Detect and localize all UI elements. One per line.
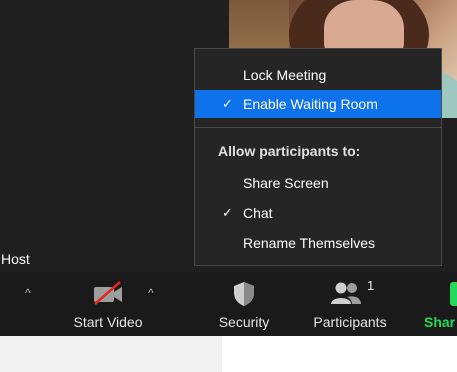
video-options-caret[interactable]: ^ bbox=[148, 286, 154, 300]
share-label: Shar bbox=[424, 314, 456, 330]
participants-label: Participants bbox=[313, 314, 387, 330]
start-video-label: Start Video bbox=[73, 314, 143, 330]
checkmark-icon: ✓ bbox=[222, 96, 233, 111]
participants-icon bbox=[331, 282, 361, 304]
menu-item-label: Chat bbox=[243, 205, 273, 221]
mute-options-caret[interactable]: ^ bbox=[25, 286, 31, 300]
mute-label: te bbox=[0, 314, 20, 330]
meeting-toolbar: te ^ Start Video ^ Security 1 Participan… bbox=[0, 272, 457, 336]
share-screen-button[interactable]: Shar bbox=[420, 272, 457, 336]
participants-count: 1 bbox=[367, 278, 375, 293]
host-name-label: Host bbox=[0, 249, 34, 269]
security-label: Security bbox=[218, 314, 270, 330]
video-camera-off-icon bbox=[94, 281, 122, 305]
menu-item-chat[interactable]: ✓ Chat bbox=[195, 199, 441, 227]
participants-button[interactable]: 1 Participants bbox=[304, 272, 396, 336]
menu-item-label: Lock Meeting bbox=[243, 67, 327, 83]
menu-section-heading: Allow participants to: bbox=[218, 143, 361, 159]
shield-icon bbox=[234, 282, 254, 306]
start-video-button[interactable]: Start Video bbox=[64, 272, 152, 336]
menu-item-enable-waiting-room[interactable]: ✓ Enable Waiting Room bbox=[195, 90, 441, 118]
menu-item-rename-themselves[interactable]: Rename Themselves bbox=[195, 229, 441, 257]
security-button[interactable]: Security bbox=[208, 272, 280, 336]
menu-item-label: Rename Themselves bbox=[243, 235, 376, 251]
menu-divider bbox=[195, 127, 441, 128]
security-menu: Lock Meeting ✓ Enable Waiting Room Allow… bbox=[194, 48, 442, 266]
checkmark-icon: ✓ bbox=[222, 205, 233, 220]
menu-item-label: Share Screen bbox=[243, 175, 329, 191]
mute-button[interactable]: te bbox=[0, 272, 20, 336]
share-screen-icon bbox=[450, 282, 457, 306]
window-bottom-area bbox=[0, 336, 457, 372]
menu-item-lock-meeting[interactable]: Lock Meeting bbox=[195, 61, 441, 89]
menu-item-share-screen[interactable]: Share Screen bbox=[195, 169, 441, 197]
menu-item-label: Enable Waiting Room bbox=[243, 96, 378, 112]
